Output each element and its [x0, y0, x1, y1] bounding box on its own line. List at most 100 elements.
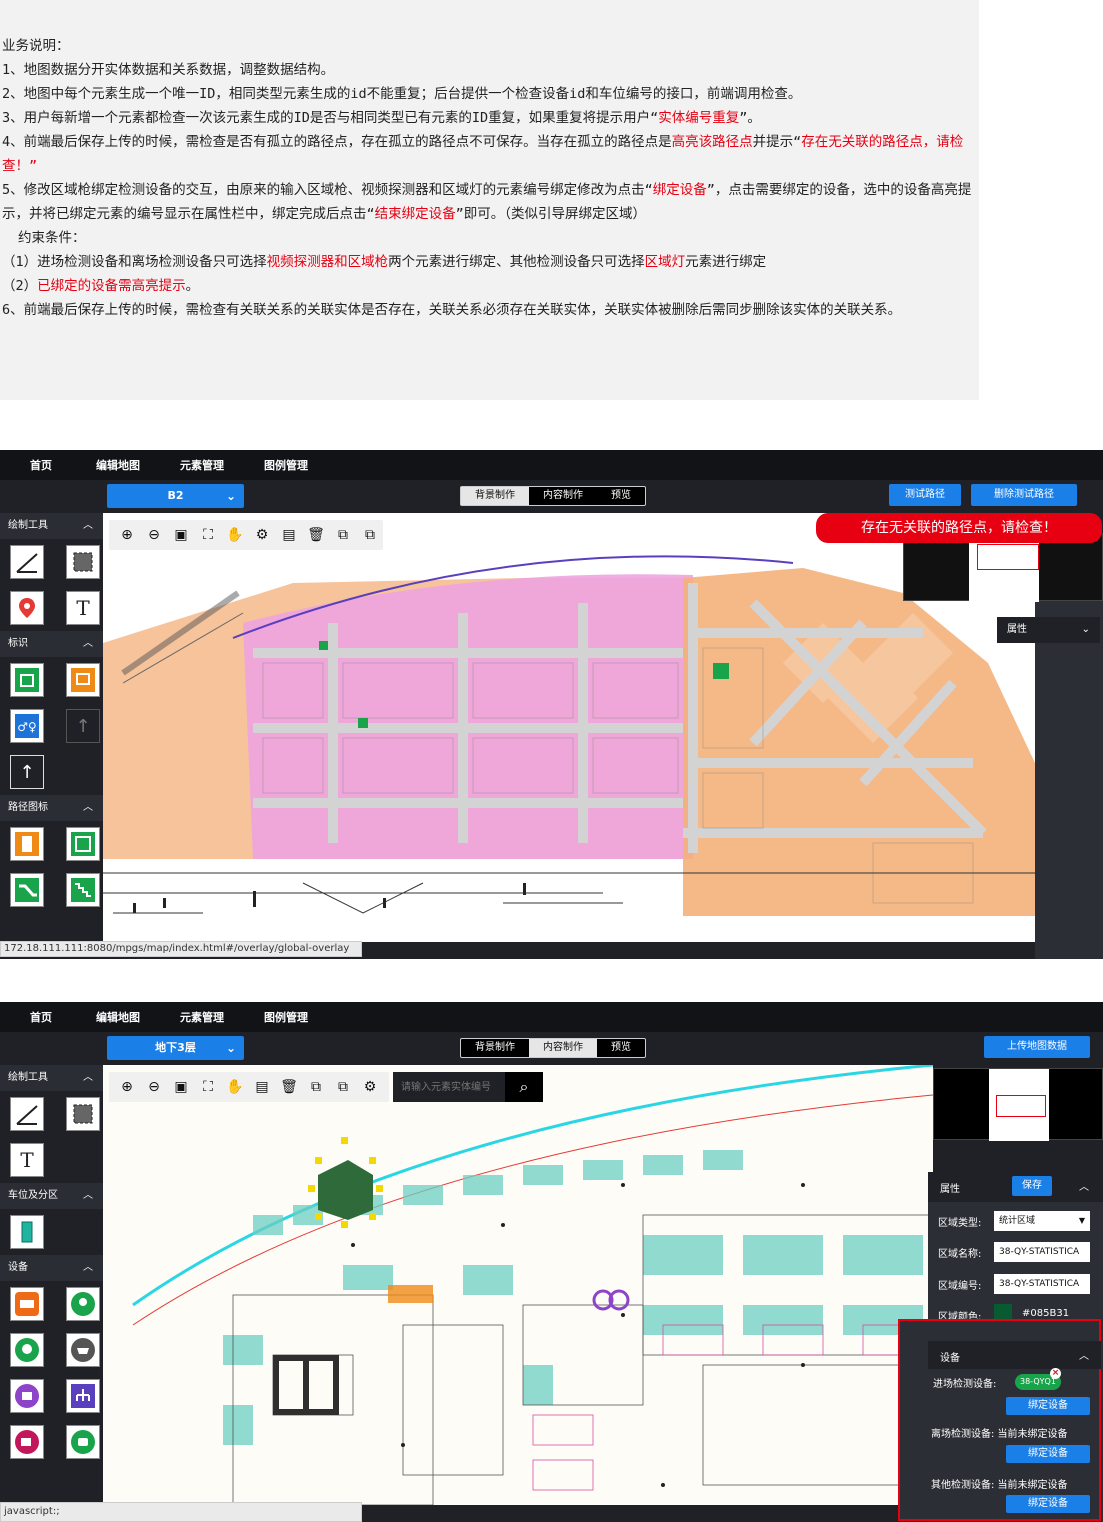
network-device-icon[interactable]: [66, 1379, 100, 1413]
area-code-input[interactable]: 38-QY-STATISTICA: [994, 1274, 1090, 1294]
nav-edit-map[interactable]: 编辑地图: [96, 1009, 140, 1025]
line-tool-icon[interactable]: [10, 1097, 44, 1131]
nav-legend[interactable]: 图例管理: [264, 457, 308, 473]
left-tool-panel: 绘制工具 ︿ T 标识 ︿ ♂♀ ↑ ↑ 路径图标 ︿: [0, 513, 103, 959]
floor-plan-b3: [103, 1065, 933, 1505]
nav-home[interactable]: 首页: [30, 457, 52, 473]
section-draw-tools[interactable]: 绘制工具 ︿: [0, 513, 103, 539]
copy-icon[interactable]: ⧉: [333, 525, 353, 545]
section-devices[interactable]: 设备 ︿: [0, 1255, 103, 1281]
dome-device-icon[interactable]: [66, 1333, 100, 1367]
nav-edit-map[interactable]: 编辑地图: [96, 457, 140, 473]
save-disk-icon[interactable]: ▤: [279, 525, 299, 545]
nav-home[interactable]: 首页: [30, 1009, 52, 1025]
parking-space-icon[interactable]: [10, 1215, 44, 1249]
floor-select[interactable]: 地下3层 ⌄: [107, 1036, 244, 1060]
robot-device-icon[interactable]: [66, 1425, 100, 1459]
chevron-up-icon: ︿: [83, 1190, 93, 1201]
minimap[interactable]: [903, 533, 1103, 602]
gear-icon[interactable]: ⚙: [360, 1077, 380, 1097]
video-device-icon[interactable]: [10, 1425, 44, 1459]
copy-icon[interactable]: ⧉: [306, 1077, 326, 1097]
nav-elements[interactable]: 元素管理: [180, 1009, 224, 1025]
trash-icon[interactable]: 🗑: [306, 525, 326, 545]
chevron-up-icon[interactable]: ︿: [1079, 1347, 1089, 1362]
arrow-up-dark-icon[interactable]: ↑: [66, 709, 100, 743]
chevron-up-icon: ︿: [83, 638, 93, 649]
section-signs[interactable]: 标识 ︿: [0, 631, 103, 657]
bind-exit-device-button[interactable]: 绑定设备: [1006, 1445, 1090, 1463]
section-parking[interactable]: 车位及分区 ︿: [0, 1183, 103, 1209]
nav-legend[interactable]: 图例管理: [264, 1009, 308, 1025]
location-device-icon[interactable]: [66, 1287, 100, 1321]
minimap[interactable]: [933, 1068, 1103, 1141]
search-icon[interactable]: ⌕: [505, 1072, 543, 1102]
floor-select[interactable]: B2 ⌄: [107, 484, 244, 508]
remove-tag-icon[interactable]: ×: [1050, 1368, 1061, 1379]
zoom-out-icon[interactable]: ⊖: [144, 1077, 164, 1097]
fit-view-icon[interactable]: ▣: [171, 1077, 191, 1097]
tab-preview[interactable]: 预览: [597, 487, 645, 505]
minimap-viewport-rect[interactable]: [977, 544, 1039, 570]
fullscreen-icon[interactable]: ⛶: [198, 1077, 218, 1097]
arrow-up-icon[interactable]: ↑: [10, 755, 44, 789]
bind-other-device-button[interactable]: 绑定设备: [1006, 1495, 1090, 1513]
green-exit-sign-icon[interactable]: [10, 663, 44, 697]
map-canvas[interactable]: ⊕ ⊖ ▣ ⛶ ✋ ⚙ ▤ 🗑 ⧉ ⧉: [103, 513, 1035, 942]
tab-background[interactable]: 背景制作: [461, 487, 529, 505]
chevron-up-icon: ︿: [83, 1072, 93, 1083]
hand-pan-icon[interactable]: ✋: [225, 1077, 245, 1097]
area-type-select[interactable]: 统计区域 ▼: [994, 1211, 1090, 1231]
entry-device-label: 进场检测设备:: [933, 1379, 997, 1390]
stair-panel-icon[interactable]: [66, 827, 100, 861]
zoom-in-icon[interactable]: ⊕: [117, 1077, 137, 1097]
tab-content[interactable]: 内容制作: [529, 487, 597, 505]
chevron-up-icon: ︿: [83, 802, 93, 813]
fullscreen-icon[interactable]: ⛶: [198, 525, 218, 545]
nav-elements[interactable]: 元素管理: [180, 457, 224, 473]
map-canvas[interactable]: ⊕ ⊖ ▣ ⛶ ✋ ▤ 🗑 ⧉ ⧉ ⚙ ⌕: [103, 1065, 933, 1505]
marker-pin-icon[interactable]: [10, 591, 44, 625]
text-tool-icon[interactable]: T: [10, 1143, 44, 1177]
save-disk-icon[interactable]: ▤: [252, 1077, 272, 1097]
zoom-in-icon[interactable]: ⊕: [117, 525, 137, 545]
mode-tabs: 背景制作 内容制作 预览: [460, 1038, 646, 1058]
section-draw-tools[interactable]: 绘制工具 ︿: [0, 1065, 103, 1091]
screen-device-icon[interactable]: [10, 1287, 44, 1321]
chevron-up-icon[interactable]: ︿: [1079, 1178, 1089, 1193]
rect-tool-icon[interactable]: [66, 545, 100, 579]
chevron-down-icon: ⌄: [225, 1041, 236, 1055]
tab-background[interactable]: 背景制作: [461, 1039, 529, 1057]
bind-entry-device-button[interactable]: 绑定设备: [1006, 1397, 1090, 1415]
text-tool-icon[interactable]: T: [66, 591, 100, 625]
line-tool-icon[interactable]: [10, 545, 44, 579]
escalator-down-icon[interactable]: [10, 873, 44, 907]
orange-sign-icon[interactable]: [66, 663, 100, 697]
minimap-viewport-rect[interactable]: [996, 1095, 1046, 1117]
properties-header[interactable]: 属性 ⌄: [997, 617, 1100, 643]
element-search-input[interactable]: [393, 1072, 505, 1102]
gear-icon[interactable]: ⚙: [252, 525, 272, 545]
camera-device-icon[interactable]: [10, 1333, 44, 1367]
properties-title: 属性: [940, 1184, 960, 1195]
save-button[interactable]: 保存: [1012, 1176, 1052, 1196]
restroom-icon[interactable]: ♂♀: [10, 709, 44, 743]
copy-settings-icon[interactable]: ⧉: [360, 525, 380, 545]
trash-icon[interactable]: 🗑: [279, 1077, 299, 1097]
upload-map-data-button[interactable]: 上传地图数据: [984, 1036, 1090, 1058]
tab-preview[interactable]: 预览: [597, 1039, 645, 1057]
section-path-icons[interactable]: 路径图标 ︿: [0, 795, 103, 821]
zoom-out-icon[interactable]: ⊖: [144, 525, 164, 545]
hand-pan-icon[interactable]: ✋: [225, 525, 245, 545]
rect-tool-icon[interactable]: [66, 1097, 100, 1131]
fit-view-icon[interactable]: ▣: [171, 525, 191, 545]
tab-content[interactable]: 内容制作: [529, 1039, 597, 1057]
elevator-icon[interactable]: [10, 827, 44, 861]
gateway-device-icon[interactable]: [10, 1379, 44, 1413]
isolated-path-alert: 存在无关联的路径点，请检查！: [816, 513, 1102, 543]
copy-settings-icon[interactable]: ⧉: [333, 1077, 353, 1097]
delete-test-path-button[interactable]: 删除测试路径: [971, 484, 1077, 506]
stairs-icon[interactable]: [66, 873, 100, 907]
test-path-button[interactable]: 测试路径: [889, 484, 961, 506]
area-name-input[interactable]: 38-QY-STATISTICA: [994, 1242, 1090, 1262]
